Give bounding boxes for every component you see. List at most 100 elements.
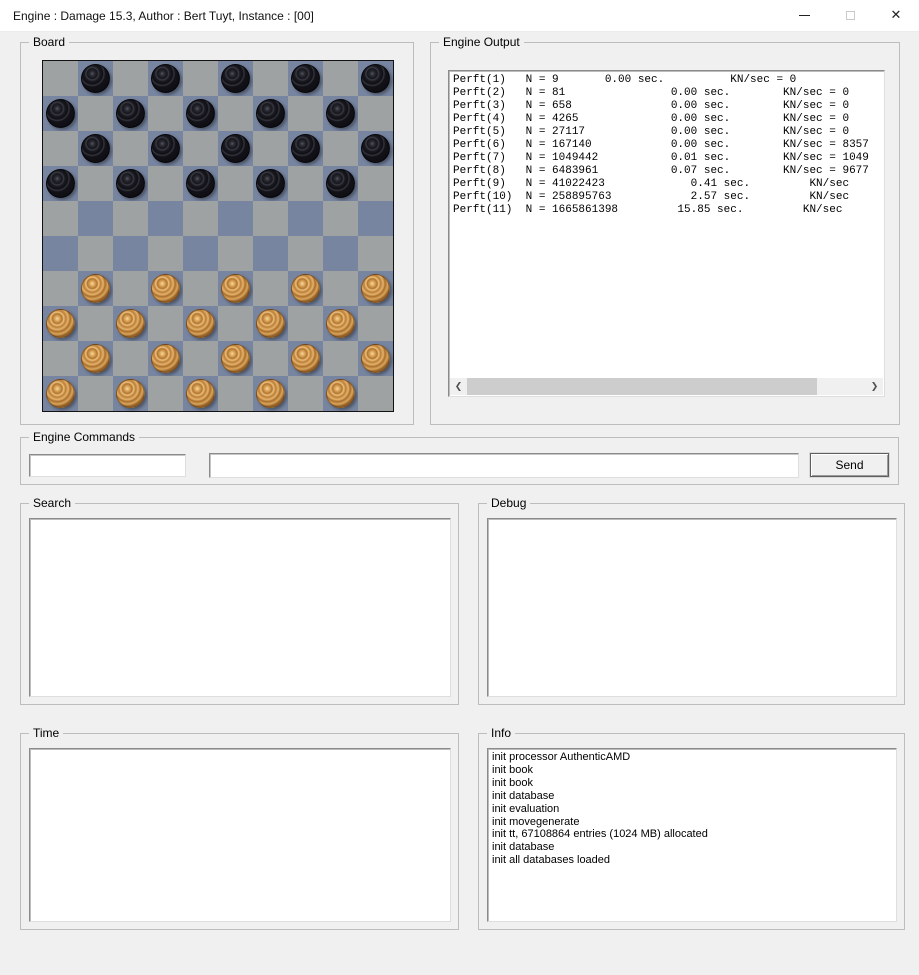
board-square[interactable] <box>218 376 253 411</box>
board-square[interactable] <box>183 131 218 166</box>
board-square[interactable] <box>323 166 358 201</box>
send-button[interactable]: Send <box>810 453 889 477</box>
board-square[interactable] <box>43 131 78 166</box>
board-square[interactable] <box>323 131 358 166</box>
black-piece[interactable] <box>116 169 145 198</box>
black-piece[interactable] <box>151 134 180 163</box>
board-square[interactable] <box>183 271 218 306</box>
search-output-area[interactable] <box>29 518 451 697</box>
white-piece[interactable] <box>361 274 390 303</box>
board-square[interactable] <box>113 271 148 306</box>
white-piece[interactable] <box>116 379 145 408</box>
board-square[interactable] <box>43 236 78 271</box>
white-piece[interactable] <box>46 379 75 408</box>
board-square[interactable] <box>148 271 183 306</box>
board-square[interactable] <box>288 271 323 306</box>
board-square[interactable] <box>218 201 253 236</box>
board-square[interactable] <box>253 306 288 341</box>
black-piece[interactable] <box>221 64 250 93</box>
board-square[interactable] <box>218 96 253 131</box>
board-square[interactable] <box>253 201 288 236</box>
board-square[interactable] <box>323 61 358 96</box>
board-square[interactable] <box>323 306 358 341</box>
board-square[interactable] <box>183 61 218 96</box>
board-square[interactable] <box>323 96 358 131</box>
white-piece[interactable] <box>256 309 285 338</box>
white-piece[interactable] <box>326 309 355 338</box>
board-square[interactable] <box>148 131 183 166</box>
board-square[interactable] <box>78 376 113 411</box>
board-square[interactable] <box>43 166 78 201</box>
board-square[interactable] <box>148 306 183 341</box>
black-piece[interactable] <box>326 99 355 128</box>
horizontal-scrollbar[interactable]: ❮ ❯ <box>450 378 883 395</box>
board-square[interactable] <box>148 341 183 376</box>
board-square[interactable] <box>288 201 323 236</box>
board-square[interactable] <box>253 96 288 131</box>
command-input[interactable] <box>29 454 186 477</box>
board-square[interactable] <box>148 236 183 271</box>
board-square[interactable] <box>288 376 323 411</box>
black-piece[interactable] <box>326 169 355 198</box>
board-square[interactable] <box>358 341 393 376</box>
board-square[interactable] <box>113 131 148 166</box>
scrollbar-thumb[interactable] <box>467 378 817 395</box>
board-square[interactable] <box>253 131 288 166</box>
black-piece[interactable] <box>116 99 145 128</box>
board-square[interactable] <box>288 96 323 131</box>
board-square[interactable] <box>358 131 393 166</box>
white-piece[interactable] <box>186 379 215 408</box>
white-piece[interactable] <box>46 309 75 338</box>
board-square[interactable] <box>288 341 323 376</box>
board-square[interactable] <box>218 306 253 341</box>
black-piece[interactable] <box>46 99 75 128</box>
black-piece[interactable] <box>256 99 285 128</box>
white-piece[interactable] <box>326 379 355 408</box>
white-piece[interactable] <box>361 344 390 373</box>
board-square[interactable] <box>358 201 393 236</box>
board-square[interactable] <box>358 166 393 201</box>
board-square[interactable] <box>323 376 358 411</box>
board-square[interactable] <box>78 236 113 271</box>
board-square[interactable] <box>183 376 218 411</box>
minimize-button[interactable] <box>781 0 827 31</box>
board-square[interactable] <box>43 341 78 376</box>
white-piece[interactable] <box>291 274 320 303</box>
black-piece[interactable] <box>46 169 75 198</box>
board-square[interactable] <box>288 166 323 201</box>
white-piece[interactable] <box>116 309 145 338</box>
command-args-input[interactable] <box>209 453 799 478</box>
board-square[interactable] <box>288 131 323 166</box>
board-square[interactable] <box>218 131 253 166</box>
black-piece[interactable] <box>291 64 320 93</box>
board-square[interactable] <box>113 61 148 96</box>
board-square[interactable] <box>43 61 78 96</box>
board-square[interactable] <box>183 166 218 201</box>
black-piece[interactable] <box>81 64 110 93</box>
black-piece[interactable] <box>256 169 285 198</box>
board-square[interactable] <box>218 236 253 271</box>
board-square[interactable] <box>323 271 358 306</box>
board-square[interactable] <box>183 306 218 341</box>
engine-output-area[interactable]: Perft(1) N = 9 0.00 sec. KN/sec = 0 Perf… <box>448 70 885 397</box>
board-square[interactable] <box>43 306 78 341</box>
info-output-area[interactable]: init processor AuthenticAMD init book in… <box>487 748 897 922</box>
board-square[interactable] <box>288 61 323 96</box>
board-square[interactable] <box>148 96 183 131</box>
close-button[interactable]: ✕ <box>873 0 919 31</box>
board-square[interactable] <box>148 166 183 201</box>
board-square[interactable] <box>323 341 358 376</box>
board-square[interactable] <box>183 236 218 271</box>
board-square[interactable] <box>113 306 148 341</box>
black-piece[interactable] <box>361 64 390 93</box>
board-square[interactable] <box>358 96 393 131</box>
board-square[interactable] <box>183 341 218 376</box>
white-piece[interactable] <box>81 344 110 373</box>
board-square[interactable] <box>148 201 183 236</box>
board-square[interactable] <box>78 271 113 306</box>
board-square[interactable] <box>253 61 288 96</box>
white-piece[interactable] <box>186 309 215 338</box>
board-square[interactable] <box>253 236 288 271</box>
board-square[interactable] <box>253 376 288 411</box>
white-piece[interactable] <box>291 344 320 373</box>
